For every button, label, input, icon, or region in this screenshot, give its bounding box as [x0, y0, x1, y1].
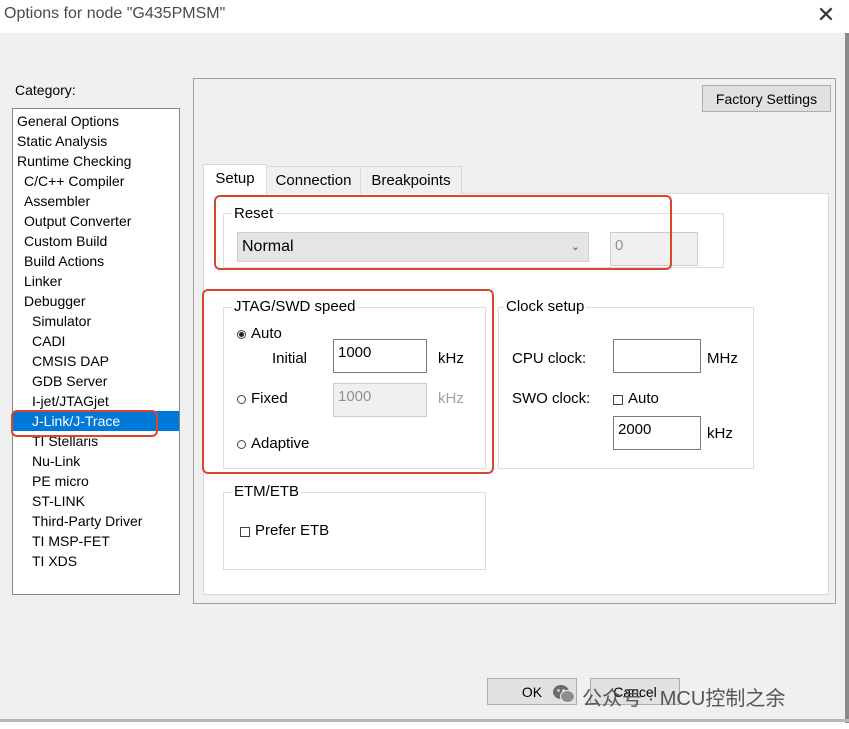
- reset-selected-value: Normal: [242, 238, 294, 255]
- reset-label: Reset: [232, 205, 276, 222]
- factory-settings-button[interactable]: Factory Settings: [702, 85, 831, 112]
- swo-auto-label: Auto: [628, 390, 659, 407]
- category-item[interactable]: Static Analysis: [13, 131, 107, 151]
- category-item[interactable]: I-jet/JTAGjet: [13, 391, 109, 411]
- swo-clock-label: SWO clock:: [512, 390, 591, 407]
- category-item[interactable]: Output Converter: [13, 211, 131, 231]
- tab-connection[interactable]: Connection: [266, 166, 361, 194]
- jtag-speed-label: JTAG/SWD speed: [232, 298, 358, 315]
- window-shadow-right: [845, 33, 849, 723]
- etm-etb-label: ETM/ETB: [232, 483, 302, 500]
- category-item[interactable]: Linker: [13, 271, 62, 291]
- category-item[interactable]: Assembler: [13, 191, 90, 211]
- category-item[interactable]: CMSIS DAP: [13, 351, 109, 371]
- cpu-clock-input[interactable]: [613, 339, 701, 373]
- adaptive-radio[interactable]: [237, 440, 246, 449]
- category-item[interactable]: TI Stellaris: [13, 431, 98, 451]
- category-item[interactable]: Third-Party Driver: [13, 511, 142, 531]
- chevron-down-icon: ⌄: [570, 241, 580, 253]
- category-item[interactable]: ST-LINK: [13, 491, 85, 511]
- cpu-clock-unit: MHz: [707, 350, 738, 367]
- fixed-speed-input: 1000: [333, 383, 427, 417]
- category-list[interactable]: General Options Static Analysis Runtime Ch…: [12, 108, 180, 595]
- initial-unit: kHz: [438, 350, 464, 367]
- swo-clock-unit: kHz: [707, 425, 733, 442]
- category-item[interactable]: GDB Server: [13, 371, 107, 391]
- wechat-icon: [553, 685, 575, 703]
- auto-label: Auto: [251, 325, 282, 342]
- category-label: Category:: [15, 82, 76, 98]
- clock-setup-label: Clock setup: [504, 298, 587, 315]
- prefer-etb-label: Prefer ETB: [255, 522, 330, 539]
- fixed-label: Fixed: [251, 390, 288, 407]
- swo-auto-checkbox[interactable]: [613, 395, 623, 405]
- initial-speed-input[interactable]: 1000: [333, 339, 427, 373]
- watermark-text: 公众号 · MCU控制之余: [582, 688, 786, 710]
- category-item[interactable]: Nu-Link: [13, 451, 80, 471]
- category-item[interactable]: TI XDS: [13, 551, 77, 571]
- initial-label: Initial: [272, 350, 308, 367]
- tab-setup[interactable]: Setup: [203, 164, 267, 194]
- category-item[interactable]: Build Actions: [13, 251, 104, 271]
- fixed-unit: kHz: [438, 390, 464, 407]
- reset-dropdown[interactable]: Normal ⌄: [237, 232, 589, 262]
- close-icon[interactable]: ✕: [812, 1, 840, 29]
- auto-radio[interactable]: [237, 330, 246, 339]
- window-title: Options for node "G435PMSM": [4, 5, 226, 22]
- category-item[interactable]: Custom Build: [13, 231, 107, 251]
- watermark: 公众号 · MCU控制之余: [552, 680, 832, 710]
- category-item[interactable]: J-Link/J-Trace: [13, 411, 179, 431]
- category-item[interactable]: Debugger: [13, 291, 86, 311]
- category-item[interactable]: C/C++ Compiler: [13, 171, 124, 191]
- adaptive-label: Adaptive: [251, 435, 310, 452]
- category-item[interactable]: Simulator: [13, 311, 91, 331]
- fixed-radio[interactable]: [237, 395, 246, 404]
- prefer-etb-checkbox[interactable]: [240, 527, 250, 537]
- category-item[interactable]: Runtime Checking: [13, 151, 131, 171]
- window-shadow-bottom: [0, 719, 849, 722]
- category-item[interactable]: PE micro: [13, 471, 89, 491]
- cpu-clock-label: CPU clock:: [512, 350, 587, 367]
- tab-breakpoints[interactable]: Breakpoints: [360, 166, 462, 194]
- reset-delay-input: 0: [610, 232, 698, 266]
- category-item[interactable]: TI MSP-FET: [13, 531, 110, 551]
- category-item[interactable]: CADI: [13, 331, 65, 351]
- category-item[interactable]: General Options: [13, 111, 119, 131]
- swo-clock-input[interactable]: 2000: [613, 416, 701, 450]
